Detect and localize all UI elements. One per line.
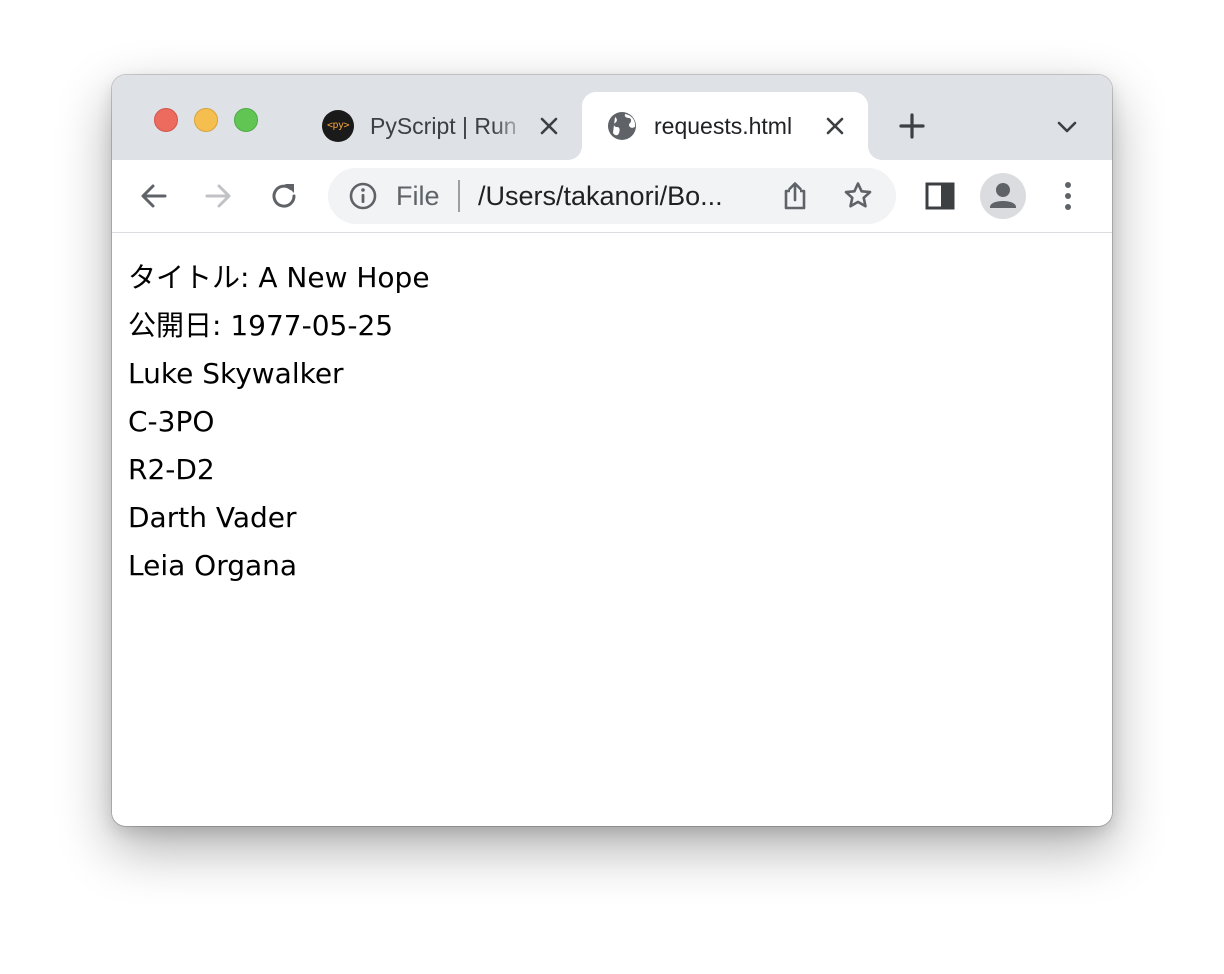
release-date-line: 公開日: 1977-05-25 [128, 302, 430, 350]
tab-requests[interactable]: requests.html [582, 92, 868, 160]
address-divider [458, 180, 460, 212]
browser-window: <py> PyScript | Run requests.html File /… [112, 75, 1112, 826]
release-date-label: 公開日: [128, 309, 231, 342]
share-icon[interactable] [780, 180, 810, 212]
chevron-down-icon[interactable] [1054, 115, 1080, 139]
side-panel-icon[interactable] [924, 180, 956, 212]
release-date-value: 1977-05-25 [230, 309, 394, 342]
close-window-button[interactable] [154, 108, 178, 132]
close-tab-icon[interactable] [822, 113, 848, 139]
forward-button[interactable] [202, 180, 234, 212]
more-menu-icon[interactable] [1052, 180, 1084, 212]
character-item: C-3PO [128, 405, 215, 438]
tab-strip: <py> PyScript | Run requests.html [112, 75, 1112, 160]
tab-title: PyScript | Run [370, 113, 517, 139]
minimize-window-button[interactable] [194, 108, 218, 132]
url-text[interactable]: /Users/takanori/Bo... [478, 181, 723, 211]
pyscript-favicon-icon: <py> [322, 110, 354, 142]
tab-title: requests.html [654, 113, 793, 139]
tab-pyscript[interactable]: <py> PyScript | Run [308, 92, 578, 160]
zoom-window-button[interactable] [234, 108, 258, 132]
new-tab-button[interactable] [896, 110, 928, 142]
character-item: Darth Vader [128, 501, 297, 534]
file-scheme-chip: File [396, 181, 440, 211]
character-item: R2-D2 [128, 453, 215, 486]
back-button[interactable] [138, 180, 170, 212]
page-body: タイトル: A New Hope 公開日: 1977-05-25 Luke Sk… [128, 254, 430, 590]
reload-button[interactable] [268, 180, 300, 212]
film-title-line: タイトル: A New Hope [128, 254, 430, 302]
character-item: Leia Organa [128, 549, 298, 582]
film-title-label: タイトル: [128, 261, 259, 294]
globe-icon [608, 112, 636, 140]
address-bar[interactable]: File /Users/takanori/Bo... [328, 168, 896, 224]
close-tab-icon[interactable] [536, 113, 562, 139]
character-item: Luke Skywalker [128, 357, 344, 390]
person-icon [990, 183, 1016, 208]
film-title-value: A New Hope [258, 261, 430, 294]
browser-toolbar: File /Users/takanori/Bo... [112, 160, 1112, 233]
page-content: タイトル: A New Hope 公開日: 1977-05-25 Luke Sk… [112, 233, 1112, 826]
profile-avatar[interactable] [980, 173, 1026, 219]
bookmark-star-icon[interactable] [842, 180, 874, 212]
info-icon[interactable] [348, 181, 378, 211]
